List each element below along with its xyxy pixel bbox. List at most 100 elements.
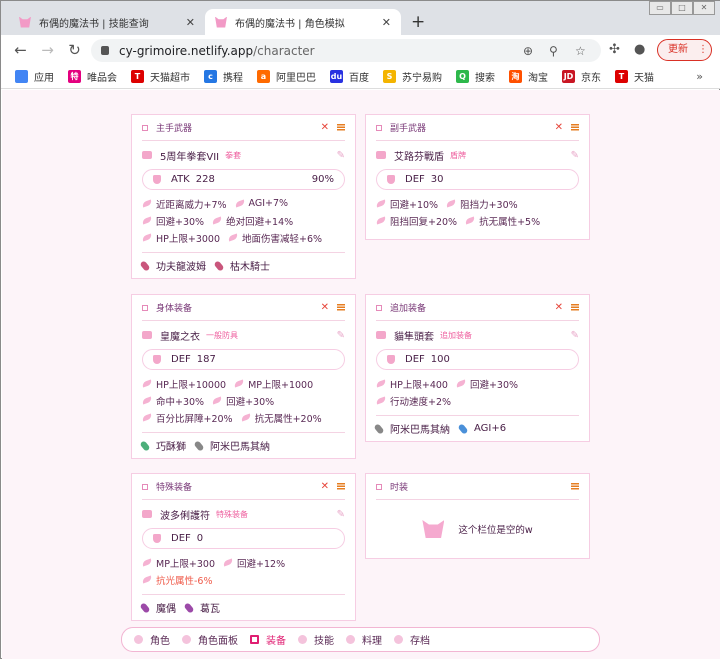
slot-checkbox[interactable]: [376, 483, 382, 490]
tab-character-sim[interactable]: 布偶的魔法书 | 角色模拟 ✕: [205, 9, 401, 35]
tab-title: 布偶的魔法书 | 角色模拟: [235, 18, 345, 30]
nav-item-label: 角色: [150, 636, 170, 647]
maximize-button[interactable]: □: [671, 1, 693, 15]
leaf-icon: [141, 413, 153, 422]
ability-text: 回避+30%: [156, 216, 205, 228]
crystal-icon: [373, 422, 385, 435]
crystal-item[interactable]: AGI+6: [457, 422, 506, 435]
equipment-name[interactable]: 5周年拳套VII: [160, 148, 219, 163]
bookmark-item[interactable]: T 天猫超市: [131, 69, 190, 84]
list-icon[interactable]: [337, 483, 345, 490]
leaf-icon: [222, 558, 234, 567]
leaf-icon: [141, 379, 153, 388]
stat-label: DEF: [405, 174, 425, 185]
edit-icon[interactable]: ✎: [571, 150, 579, 161]
more-bookmarks-icon[interactable]: »: [696, 70, 703, 83]
bookmark-item[interactable]: a 阿里巴巴: [257, 69, 316, 84]
tab-skill-search[interactable]: 布偶的魔法书 | 技能查询 ✕: [9, 9, 205, 35]
leaf-icon: [141, 575, 153, 584]
minimize-button[interactable]: ▭: [649, 1, 671, 15]
list-icon[interactable]: [571, 124, 579, 131]
edit-icon[interactable]: ✎: [337, 330, 345, 341]
crystal-item[interactable]: 巧酥獅: [139, 438, 186, 453]
crystal-item[interactable]: 葛瓦: [183, 600, 220, 615]
bookmark-item[interactable]: T 天猫: [615, 69, 654, 84]
ability-item: HP上限+400: [375, 375, 448, 392]
equipment-name[interactable]: 貓隼頭套: [394, 328, 434, 343]
bookmark-item[interactable]: du 百度: [330, 69, 369, 84]
equipment-name[interactable]: 波多俐護符: [160, 507, 210, 522]
profile-icon[interactable]: ●: [634, 42, 645, 57]
list-icon[interactable]: [337, 304, 345, 311]
stat-pill: DEF 187: [142, 349, 345, 370]
stat-value: 187: [196, 354, 216, 365]
crystal-list: 阿米巴馬其納 AGI+6: [373, 415, 579, 441]
ability-item: 行动速度+2%: [375, 392, 451, 409]
bottom-nav-item[interactable]: 装备: [250, 632, 286, 647]
remove-icon[interactable]: ✕: [555, 122, 563, 133]
edit-icon[interactable]: ✎: [337, 150, 345, 161]
edit-icon[interactable]: ✎: [337, 509, 345, 520]
list-icon[interactable]: [571, 304, 579, 311]
list-icon[interactable]: [571, 483, 579, 490]
ability-text: MP上限+1000: [248, 379, 314, 391]
list-icon[interactable]: [337, 124, 345, 131]
remove-icon[interactable]: ✕: [321, 481, 329, 492]
close-tab-icon[interactable]: ✕: [186, 16, 195, 29]
bookmark-item[interactable]: 淘淘宝: [509, 69, 548, 84]
slot-checkbox[interactable]: [376, 124, 382, 131]
install-icon[interactable]: ⊕: [523, 44, 533, 58]
bookmark-item[interactable]: Q 搜索: [456, 69, 495, 84]
leaf-icon: [141, 216, 153, 225]
reload-button[interactable]: ↻: [61, 41, 88, 59]
new-tab-button[interactable]: +: [411, 12, 425, 32]
bottom-nav-item[interactable]: 角色面板: [182, 632, 238, 647]
bookmark-item[interactable]: 特唯品会: [68, 69, 117, 84]
bookmark-icon: [15, 70, 28, 83]
refine-value: 90%: [311, 174, 334, 185]
crystal-item[interactable]: 阿米巴馬其納: [193, 438, 270, 453]
bookmark-item[interactable]: JD 京东: [562, 69, 601, 84]
ability-text: 绝对回避+14%: [226, 216, 294, 228]
crystal-item[interactable]: 功夫龍波姆: [139, 258, 206, 273]
extensions-icon[interactable]: ✣: [609, 42, 620, 57]
bookmark-label: 阿里巴巴: [276, 73, 316, 84]
remove-icon[interactable]: ✕: [321, 122, 329, 133]
equipment-name[interactable]: 皇魔之衣: [160, 328, 200, 343]
card-header: 副手武器 ✕: [376, 115, 579, 141]
bookmark-item[interactable]: S 苏宁易购: [383, 69, 442, 84]
close-window-button[interactable]: ✕: [693, 1, 715, 15]
ability-item: 抗光属性-6%: [141, 571, 213, 588]
slot-checkbox[interactable]: [376, 304, 382, 311]
crystal-item[interactable]: 魔偶: [139, 600, 176, 615]
tab-title: 布偶的魔法书 | 技能查询: [39, 18, 149, 30]
update-button[interactable]: 更新 ⋮: [657, 39, 712, 61]
equipment-name[interactable]: 艾路芬戰盾: [394, 148, 444, 163]
crystal-icon: [193, 439, 205, 452]
bottom-nav-item[interactable]: 料理: [346, 632, 382, 647]
bottom-nav-item[interactable]: 角色: [134, 632, 170, 647]
crystal-item[interactable]: 阿米巴馬其納: [373, 421, 450, 436]
slot-checkbox[interactable]: [142, 483, 148, 490]
slot-title: 时装: [390, 483, 409, 493]
close-tab-icon[interactable]: ✕: [382, 16, 391, 29]
ability-item: 回避+10%: [375, 195, 438, 212]
remove-icon[interactable]: ✕: [321, 302, 329, 313]
zoom-icon[interactable]: ⚲: [549, 44, 558, 58]
back-button[interactable]: ←: [7, 41, 34, 59]
slot-checkbox[interactable]: [142, 304, 148, 311]
star-icon[interactable]: ☆: [575, 44, 586, 58]
bookmark-item[interactable]: 应用: [15, 69, 54, 84]
bookmark-icon: c: [204, 70, 217, 83]
bottom-nav-item[interactable]: 技能: [298, 632, 334, 647]
bookmark-item[interactable]: c 携程: [204, 69, 243, 84]
edit-icon[interactable]: ✎: [571, 330, 579, 341]
crystal-item[interactable]: 枯木騎士: [213, 258, 270, 273]
forward-button[interactable]: →: [34, 41, 61, 59]
bottom-nav-item[interactable]: 存档: [394, 632, 430, 647]
leaf-icon: [211, 216, 223, 225]
address-bar[interactable]: cy-grimoire.netlify.app/character ⊕ ⚲ ☆: [91, 39, 601, 62]
favicon-icon: [215, 16, 227, 28]
slot-checkbox[interactable]: [142, 124, 148, 131]
remove-icon[interactable]: ✕: [555, 302, 563, 313]
